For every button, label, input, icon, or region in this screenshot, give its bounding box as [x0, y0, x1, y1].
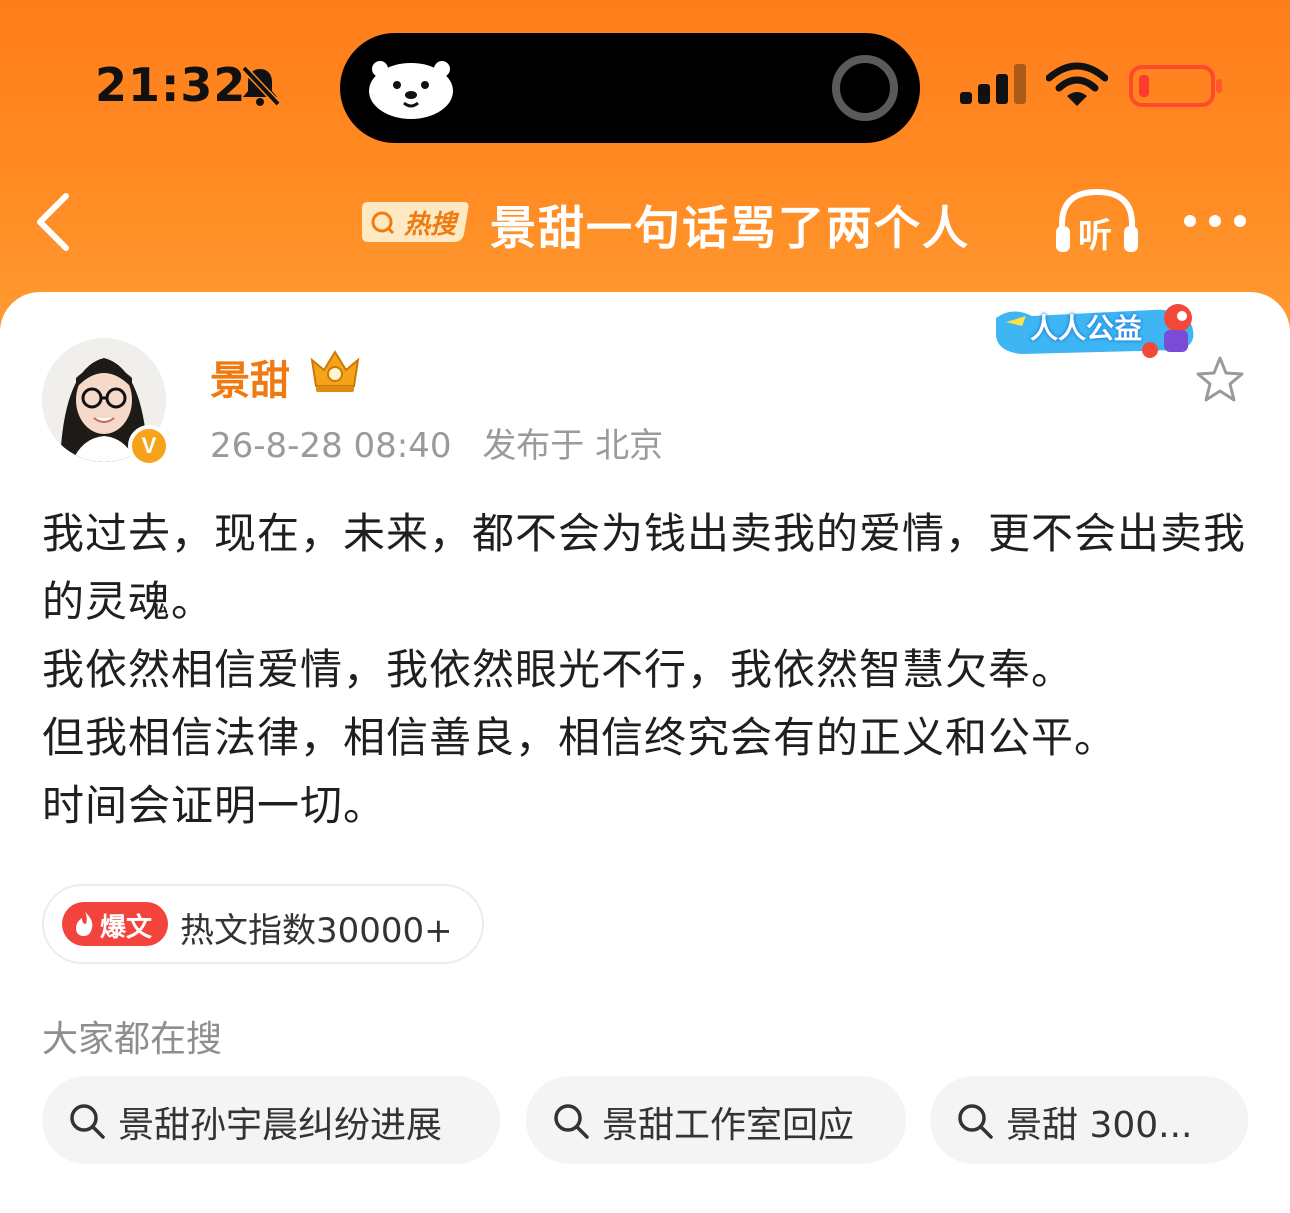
post-location: 发布于 北京 [482, 426, 664, 466]
post-body: 我过去，现在，未来，都不会为钱出卖我的爱情，更不会出卖我的灵魂。 我依然相信爱情… [42, 500, 1252, 840]
search-chip[interactable]: 景甜 300... [930, 1076, 1248, 1164]
listen-button[interactable]: 听 [1054, 186, 1140, 256]
search-icon [554, 1104, 589, 1139]
search-icon [70, 1104, 105, 1139]
search-chip[interactable]: 景甜工作室回应 [526, 1076, 906, 1164]
bell-slash-icon [241, 65, 281, 107]
hot-article-tag: 爆文 [62, 902, 168, 946]
otter-mascot-icon [369, 61, 453, 119]
wifi-icon [1046, 62, 1108, 106]
search-chip-label: 景甜工作室回应 [602, 1105, 855, 1146]
signal-icon [960, 64, 1026, 104]
status-time: 21:32 [95, 58, 247, 112]
verified-badge: V [128, 425, 170, 467]
hot-index-text: 热文指数30000+ [180, 911, 453, 951]
post-paragraph: 我依然相信爱情，我依然眼光不行，我依然智慧欠奉。 [42, 645, 1075, 694]
post-paragraph: 我过去，现在，未来，都不会为钱出卖我的爱情，更不会出卖我的灵魂。 [42, 509, 1247, 626]
camera-ring-icon [832, 55, 898, 121]
post-date: 26-8-28 08:40 [210, 426, 452, 466]
page-title: 景甜一句话骂了两个人 [490, 201, 970, 255]
flame-icon [76, 912, 93, 936]
search-chip[interactable]: 景甜孙宇晨纠纷进展 [42, 1076, 500, 1164]
favorite-star-icon[interactable] [1194, 354, 1246, 406]
hot-search-badge-label: 热搜 [404, 210, 457, 240]
more-icon[interactable] [1180, 206, 1250, 236]
charity-banner-label: 人人公益 [1030, 312, 1143, 345]
crown-vip-icon [310, 350, 360, 392]
hot-search-badge[interactable]: 热搜 [360, 198, 472, 244]
battery-icon [1129, 65, 1222, 107]
author-name[interactable]: 景甜 [210, 348, 290, 406]
back-icon[interactable] [30, 190, 80, 254]
related-search-title: 大家都在搜 [42, 1019, 223, 1060]
post-meta: 26-8-28 08:40 发布于 北京 [210, 418, 663, 467]
post-paragraph: 但我相信法律，相信善良，相信终究会有的正义和公平。 [42, 713, 1118, 762]
hot-index-pill[interactable]: 爆文 热文指数30000+ [42, 884, 484, 964]
search-icon [958, 1104, 993, 1139]
hot-article-tag-label: 爆文 [100, 913, 153, 943]
listen-label: 听 [1078, 216, 1112, 256]
search-chip-label: 景甜 300... [1006, 1105, 1193, 1146]
search-chip-label: 景甜孙宇晨纠纷进展 [118, 1105, 443, 1146]
post-paragraph: 时间会证明一切。 [42, 781, 387, 830]
dynamic-island [340, 33, 920, 143]
